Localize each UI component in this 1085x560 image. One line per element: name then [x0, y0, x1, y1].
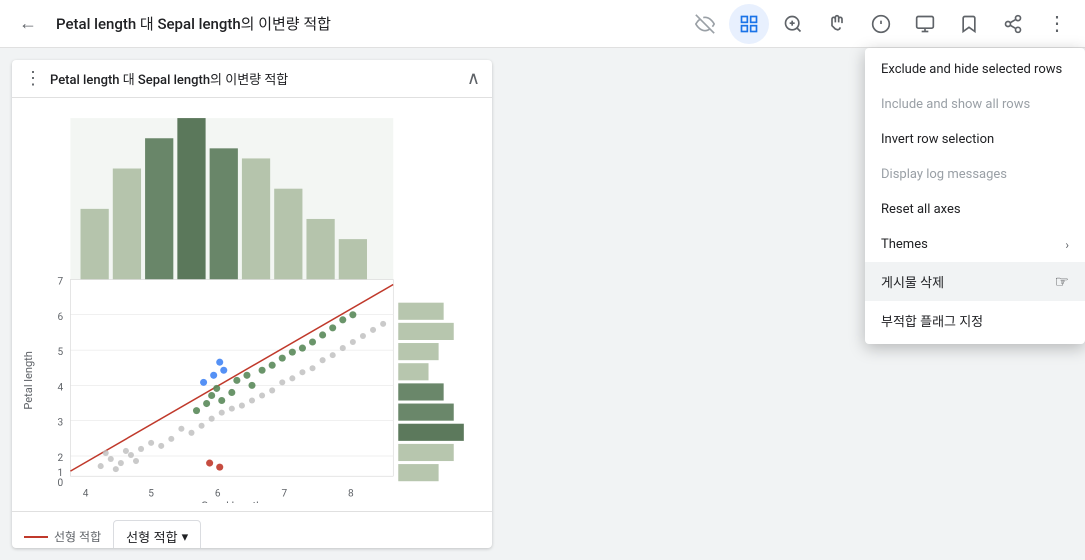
svg-text:5: 5	[58, 347, 64, 358]
page-title: Petal length 대 Sepal length의 이변량 적합	[56, 13, 331, 34]
dropdown-chevron-icon: ▾	[182, 529, 189, 545]
reset-axes-item[interactable]: Reset all axes	[865, 192, 1085, 227]
bookmark-button[interactable]	[949, 4, 989, 44]
legend-line	[24, 536, 48, 538]
toolbar-icons: ⋮	[685, 4, 1077, 44]
exclude-hide-label: Exclude and hide selected rows	[881, 62, 1062, 77]
chart-area: 7 6 5 4 3 2 1 0 4 5 6 7 8 Petal length S…	[12, 98, 492, 511]
display-log-item: Display log messages	[865, 157, 1085, 192]
pan-button[interactable]	[817, 4, 857, 44]
themes-item[interactable]: Themes ›	[865, 227, 1085, 262]
flag-item[interactable]: 부적합 플래그 지정	[865, 301, 1085, 340]
svg-text:0: 0	[58, 478, 64, 489]
back-button[interactable]: ←	[8, 4, 48, 44]
dropdown-label: 선형 적합	[126, 527, 177, 546]
legend-item: 선형 적합	[24, 528, 101, 545]
include-show-item: Include and show all rows	[865, 87, 1085, 122]
svg-text:5: 5	[148, 488, 154, 499]
themes-chevron-icon: ›	[1065, 238, 1069, 252]
invert-selection-label: Invert row selection	[881, 132, 994, 147]
include-show-label: Include and show all rows	[881, 97, 1030, 112]
legend-label: 선형 적합	[54, 528, 101, 545]
context-menu: Exclude and hide selected rows Include a…	[865, 48, 1085, 344]
toolbar-left: ← Petal length 대 Sepal length의 이변량 적합	[8, 4, 685, 44]
chart-svg: 7 6 5 4 3 2 1 0 4 5 6 7 8 Petal length S…	[20, 106, 484, 503]
flag-label: 부적합 플래그 지정	[881, 311, 983, 330]
svg-text:8: 8	[348, 488, 354, 499]
hide-button[interactable]	[685, 4, 725, 44]
exclude-hide-item[interactable]: Exclude and hide selected rows	[865, 52, 1085, 87]
cursor-hand-icon: ☞	[1055, 272, 1069, 291]
more-button[interactable]: ⋮	[1037, 4, 1077, 44]
svg-text:2: 2	[58, 453, 64, 464]
panel-collapse-icon[interactable]: ∧	[467, 68, 480, 89]
panel-title: Petal length 대 Sepal length의 이변량 적합	[50, 69, 459, 88]
svg-text:6: 6	[215, 488, 221, 499]
main-content: ⋮ Petal length 대 Sepal length의 이변량 적합 ∧	[0, 48, 1085, 560]
reset-axes-label: Reset all axes	[881, 202, 961, 217]
svg-text:4: 4	[58, 382, 64, 393]
panel-dots-icon[interactable]: ⋮	[24, 68, 42, 89]
panel-footer: 선형 적합 선형 적합 ▾	[12, 511, 492, 548]
chart-panel: ⋮ Petal length 대 Sepal length의 이변량 적합 ∧	[12, 60, 492, 548]
svg-text:6: 6	[58, 312, 64, 323]
delete-post-item[interactable]: 게시물 삭제 ☞	[865, 262, 1085, 301]
toolbar: ← Petal length 대 Sepal length의 이변량 적합 ⋮	[0, 0, 1085, 48]
info-button[interactable]	[861, 4, 901, 44]
fitting-dropdown[interactable]: 선형 적합 ▾	[113, 520, 201, 548]
svg-text:Sepal length: Sepal length	[201, 499, 262, 503]
zoom-button[interactable]	[773, 4, 813, 44]
display-log-label: Display log messages	[881, 167, 1007, 182]
share-button[interactable]	[993, 4, 1033, 44]
svg-text:7: 7	[281, 488, 287, 499]
invert-selection-item[interactable]: Invert row selection	[865, 122, 1085, 157]
delete-post-label: 게시물 삭제	[881, 272, 944, 291]
select-button[interactable]	[729, 4, 769, 44]
themes-label: Themes	[881, 237, 928, 252]
svg-text:3: 3	[58, 418, 64, 429]
svg-text:4: 4	[83, 488, 89, 499]
panel-header: ⋮ Petal length 대 Sepal length의 이변량 적합 ∧	[12, 60, 492, 98]
present-button[interactable]	[905, 4, 945, 44]
svg-text:7: 7	[58, 277, 64, 288]
svg-text:Petal length: Petal length	[22, 351, 35, 410]
